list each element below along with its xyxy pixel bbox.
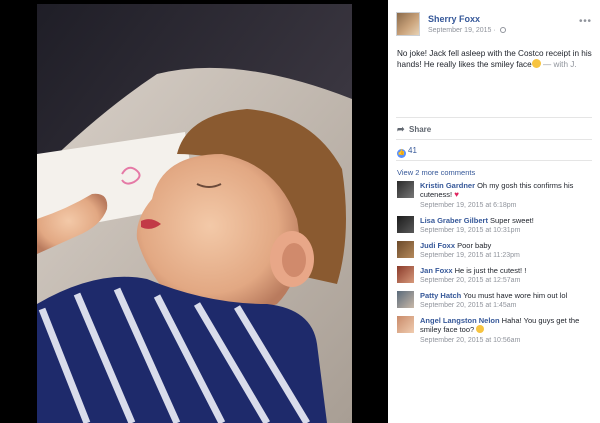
comment-item: Judi Foxx Poor baby September 19, 2015 a… [397, 241, 593, 263]
comment-item: Patty Hatch You must have wore him out l… [397, 291, 593, 313]
commenter-avatar[interactable] [397, 241, 414, 258]
post-panel: Sherry Foxx September 19, 2015 · • • • N… [388, 0, 600, 423]
commenter-name[interactable]: Kristin Gardner [420, 181, 475, 190]
sleeping-child-photo[interactable] [37, 4, 352, 423]
with-tag[interactable]: — with J. [541, 60, 577, 69]
comment-text: Lisa Graber Gilbert Super sweet! [420, 216, 592, 225]
view-more-comments-link[interactable]: View 2 more comments [397, 168, 475, 177]
comment-timestamp[interactable]: September 20, 2015 at 12:57am [420, 277, 520, 284]
comment-timestamp[interactable]: September 19, 2015 at 10:31pm [420, 227, 520, 234]
comment-text: Kristin Gardner Oh my gosh this confirms… [420, 181, 592, 199]
commenter-name[interactable]: Patty Hatch [420, 291, 461, 300]
commenter-avatar[interactable] [397, 291, 414, 308]
globe-icon [499, 27, 506, 33]
comment-timestamp[interactable]: September 19, 2015 at 11:23pm [420, 252, 520, 259]
commenter-name[interactable]: Jan Foxx [420, 266, 453, 275]
comment-text: Patty Hatch You must have wore him out l… [420, 291, 592, 300]
comment-body: Super sweet! [487, 216, 534, 225]
reaction-count-text: 41 [408, 146, 417, 155]
photo-viewer [0, 0, 388, 423]
comment-text: Jan Foxx He is just the cutest! ! [420, 266, 592, 275]
commenter-name[interactable]: Judi Foxx [420, 241, 455, 250]
like-icon: 👍 [397, 149, 406, 158]
comment-item: Lisa Graber Gilbert Super sweet! Septemb… [397, 216, 593, 238]
heart-emoji: ♥ [454, 190, 459, 199]
commenter-avatar[interactable] [397, 181, 414, 198]
author-avatar[interactable] [396, 12, 420, 36]
smiley-emoji [531, 59, 541, 68]
comment-body: Poor baby [455, 241, 492, 250]
smiley-emoji [476, 325, 485, 333]
comment-body: He is just the cutest! ! [452, 266, 527, 275]
options-icon[interactable]: • • • [579, 16, 591, 27]
commenter-avatar[interactable] [397, 316, 414, 333]
commenter-avatar[interactable] [397, 266, 414, 283]
commenter-name[interactable]: Lisa Graber Gilbert [420, 216, 488, 225]
commenter-name[interactable]: Angel Langston Nelon [420, 316, 500, 325]
comment-timestamp[interactable]: September 20, 2015 at 1:45am [420, 302, 517, 309]
share-label: Share [409, 125, 432, 134]
comment-item: Jan Foxx He is just the cutest! ! Septem… [397, 266, 593, 288]
comment-text: Judi Foxx Poor baby [420, 241, 592, 250]
author-name[interactable]: Sherry Foxx [428, 14, 480, 24]
share-button[interactable]: ➦ Share [397, 124, 431, 135]
comment-item: Angel Langston Nelon Haha! You guys get … [397, 316, 593, 344]
divider [396, 117, 592, 118]
comment-timestamp[interactable]: September 20, 2015 at 10:56am [420, 337, 520, 344]
comment-body: You must have wore him out lol [461, 291, 568, 300]
post-date[interactable]: September 19, 2015 · [428, 27, 506, 34]
commenter-avatar[interactable] [397, 216, 414, 233]
reaction-count[interactable]: 👍 41 [397, 146, 417, 158]
post-header: Sherry Foxx September 19, 2015 · • • • [396, 12, 592, 42]
share-icon: ➦ [397, 124, 405, 134]
comment-item: Kristin Gardner Oh my gosh this confirms… [397, 181, 593, 209]
post-date-text: September 19, 2015 · [428, 27, 498, 34]
post-text: No joke! Jack fell asleep with the Costc… [397, 48, 593, 70]
divider [396, 139, 592, 140]
comment-timestamp[interactable]: September 19, 2015 at 6:18pm [420, 202, 517, 209]
comment-text: Angel Langston Nelon Haha! You guys get … [420, 316, 592, 334]
divider [396, 160, 592, 161]
